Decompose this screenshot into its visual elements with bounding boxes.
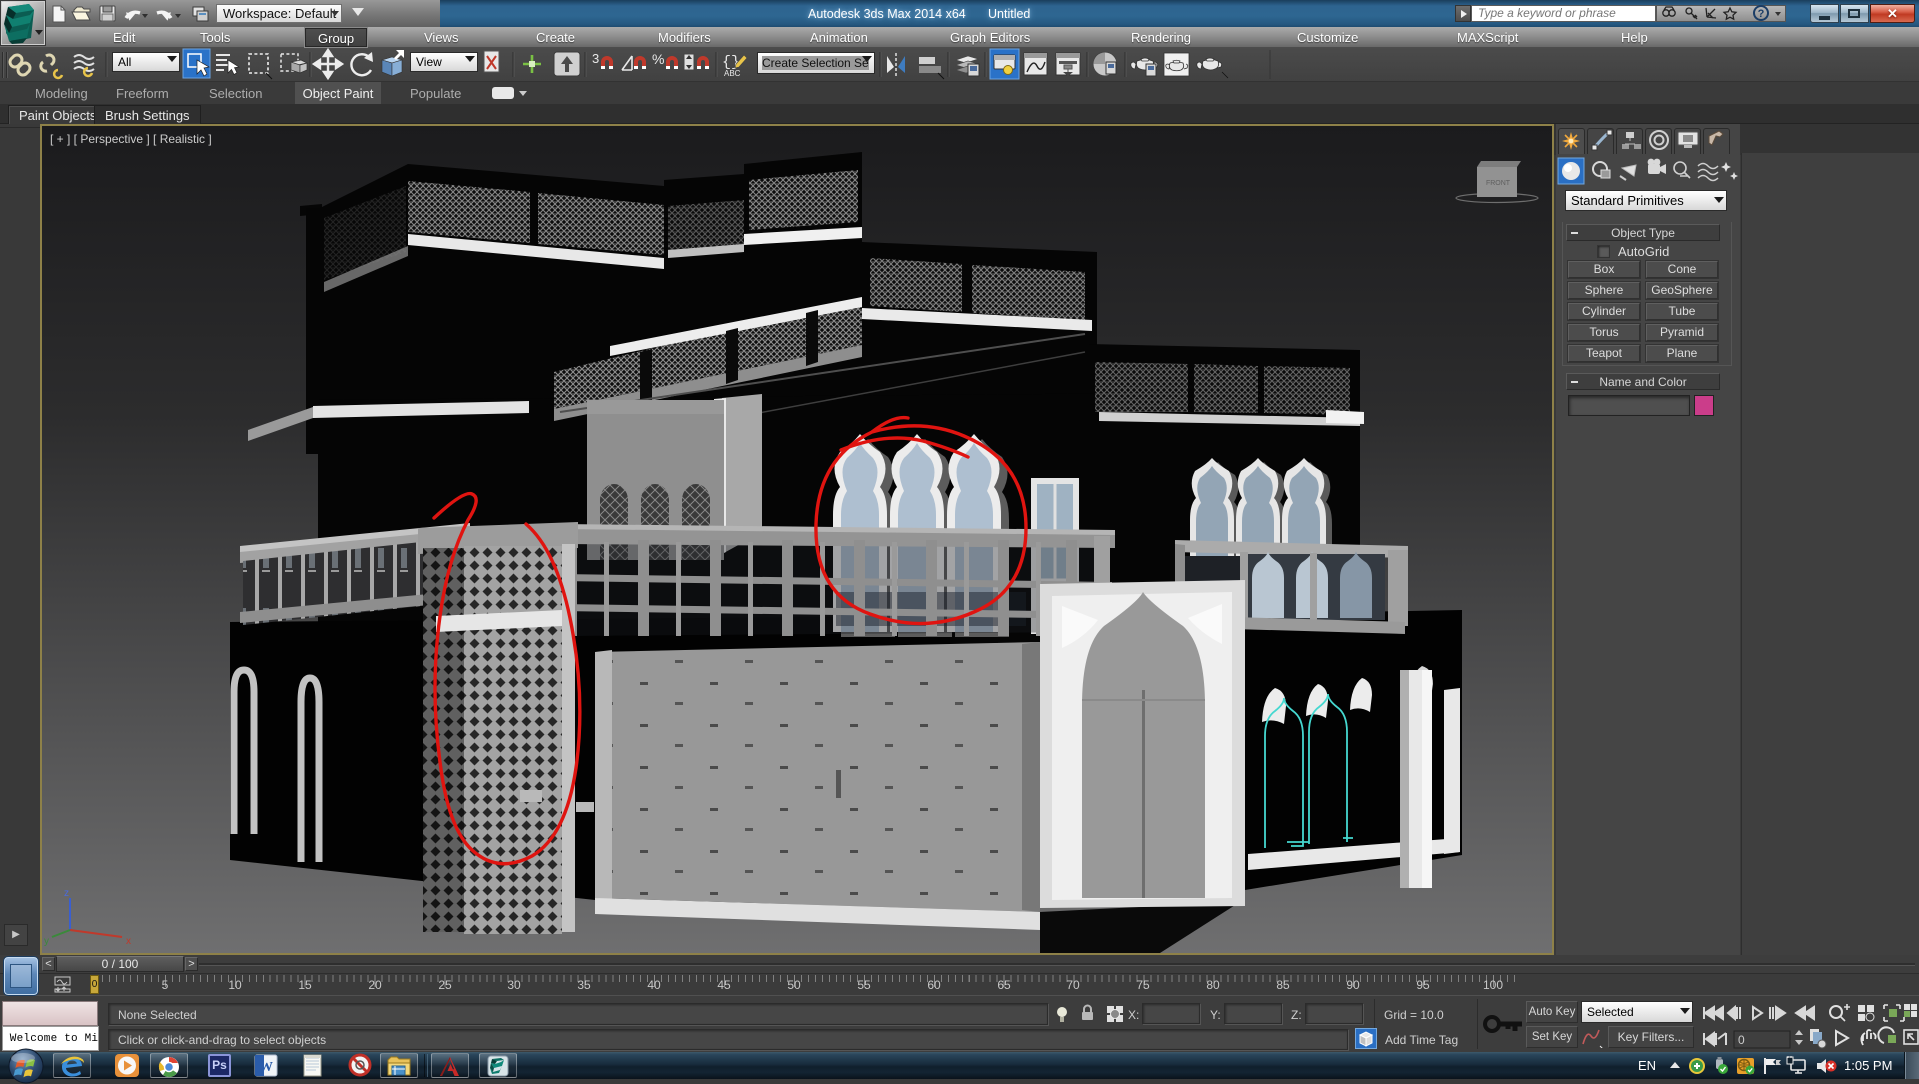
svg-text:y: y — [44, 936, 49, 947]
svg-text:W: W — [259, 1060, 273, 1075]
svg-text:x: x — [126, 936, 131, 947]
svg-text:z: z — [64, 888, 69, 899]
svg-text:?: ? — [1758, 8, 1765, 20]
svg-text:%: % — [652, 51, 664, 67]
svg-text:0: 0 — [1738, 1033, 1745, 1047]
svg-text:ABC: ABC — [724, 69, 741, 78]
svg-text:FRONT: FRONT — [1486, 180, 1511, 187]
svg-text:3: 3 — [592, 51, 599, 66]
svg-text:[ + ] [ Perspective ] [ Realis: [ + ] [ Perspective ] [ Realistic ] — [50, 132, 212, 146]
